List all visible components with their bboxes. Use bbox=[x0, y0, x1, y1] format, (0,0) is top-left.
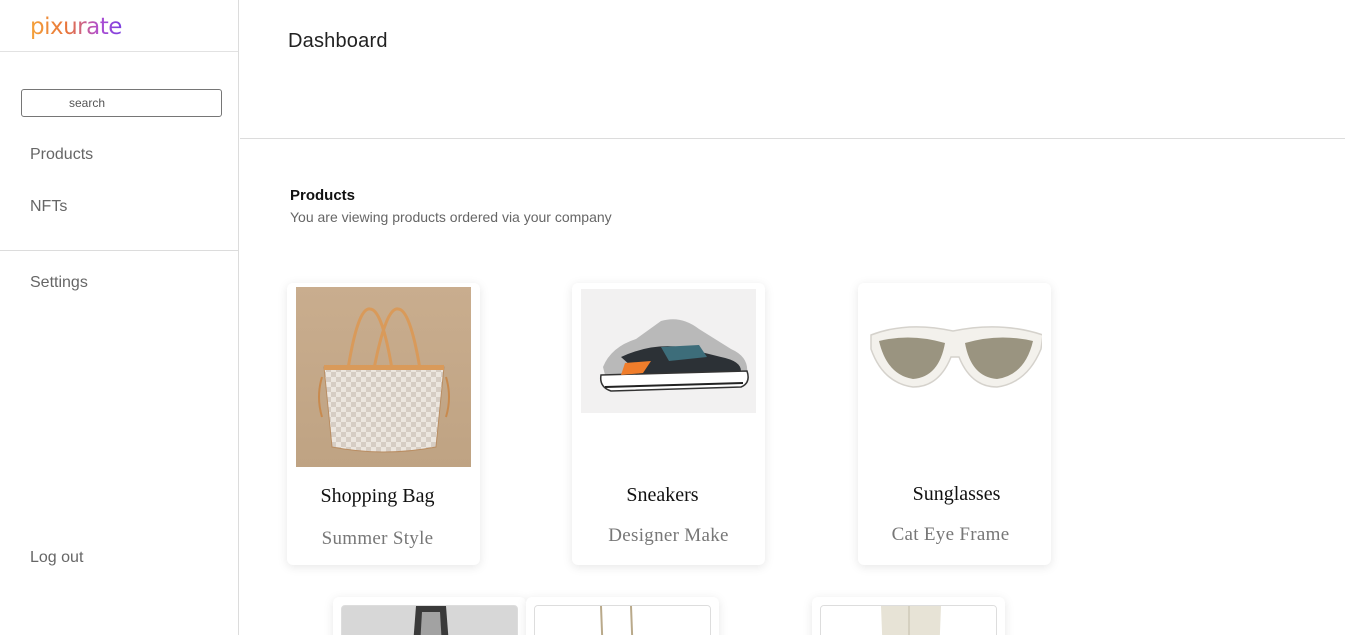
product-thumbnail bbox=[820, 605, 997, 635]
product-card-partial[interactable] bbox=[333, 597, 526, 635]
sidebar: pixurate Products NFTs Settings Log out bbox=[0, 0, 239, 635]
product-subtitle: Cat Eye Frame bbox=[891, 524, 1010, 545]
product-card-sneakers[interactable]: Sneakers Designer Make bbox=[572, 283, 765, 565]
product-card-partial[interactable] bbox=[526, 597, 719, 635]
product-thumbnail bbox=[341, 605, 518, 635]
product-name: Sunglasses bbox=[912, 483, 1001, 505]
sunglasses-image bbox=[867, 287, 1042, 467]
logout-button[interactable]: Log out bbox=[30, 549, 83, 567]
product-subtitle: Designer Make bbox=[608, 525, 729, 546]
logo-area: pixurate bbox=[0, 0, 238, 52]
product-card-shopping-bag[interactable]: Shopping Bag Summer Style bbox=[287, 283, 480, 565]
section-subtitle: You are viewing products ordered via you… bbox=[290, 209, 612, 225]
sidebar-item-settings[interactable]: Settings bbox=[30, 274, 88, 292]
page-header: Dashboard bbox=[240, 0, 1345, 139]
sidebar-item-nfts[interactable]: NFTs bbox=[30, 198, 67, 216]
product-subtitle: Summer Style bbox=[321, 528, 434, 549]
page-title: Dashboard bbox=[288, 30, 388, 52]
product-thumbnail bbox=[534, 605, 711, 635]
sneakers-image bbox=[581, 289, 756, 413]
product-name: Shopping Bag bbox=[320, 485, 435, 507]
product-name: Sneakers bbox=[626, 484, 699, 506]
section-title: Products bbox=[290, 187, 356, 204]
sidebar-item-products[interactable]: Products bbox=[30, 146, 93, 164]
shopping-bag-image bbox=[296, 287, 471, 467]
product-card-partial[interactable] bbox=[812, 597, 1005, 635]
pixurate-logo[interactable]: pixurate bbox=[30, 14, 122, 40]
product-card-sunglasses[interactable]: Sunglasses Cat Eye Frame bbox=[858, 283, 1051, 565]
search-input[interactable] bbox=[21, 89, 222, 117]
sidebar-divider bbox=[0, 250, 239, 251]
